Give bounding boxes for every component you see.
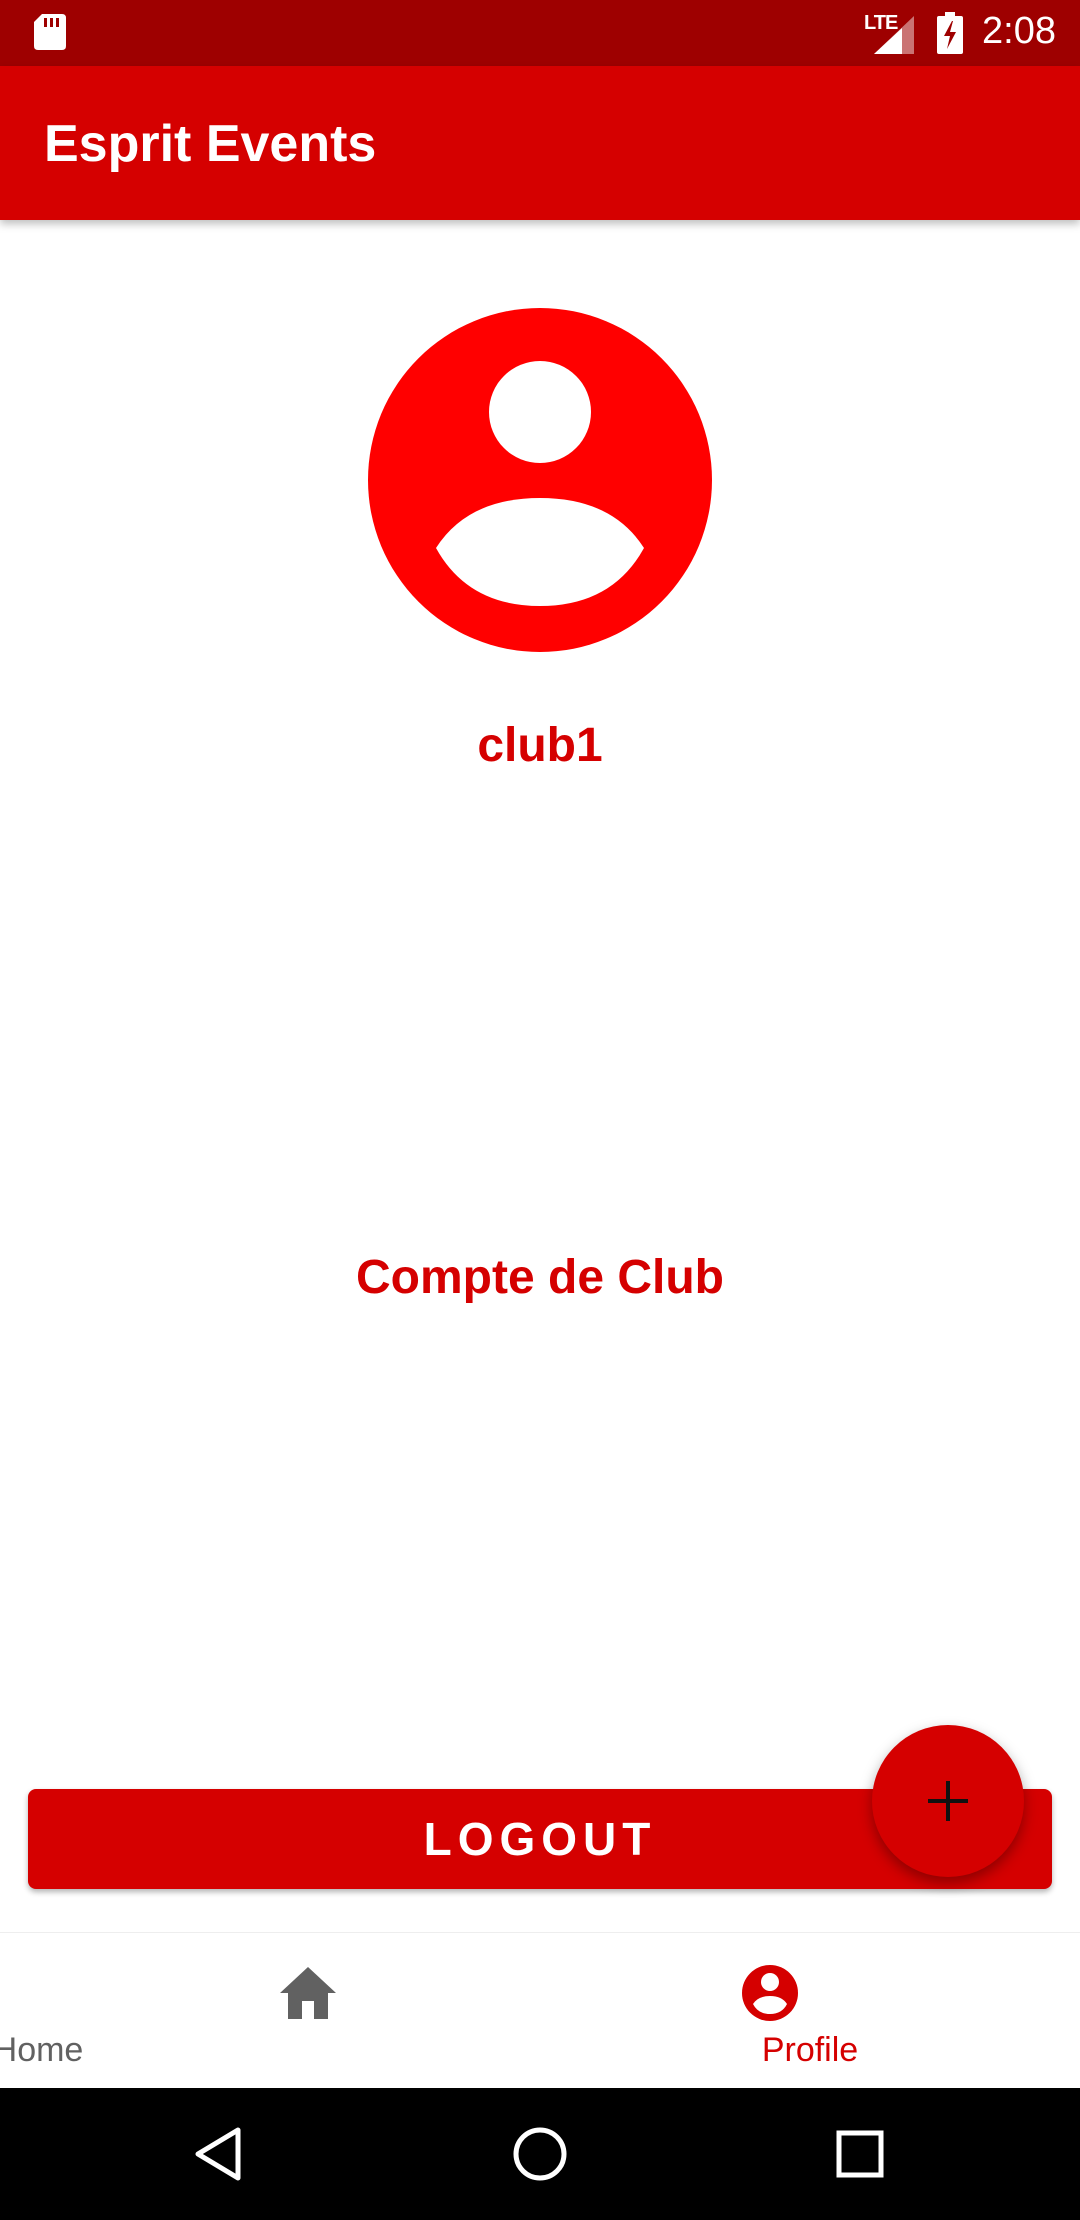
sd-card-icon bbox=[34, 14, 66, 50]
recents-icon[interactable] bbox=[830, 2124, 890, 2184]
profile-screen: LTE 2:08 Esprit Events club1 Compte de C… bbox=[0, 0, 1080, 2220]
add-fab-button[interactable] bbox=[872, 1725, 1024, 1877]
app-bar: Esprit Events bbox=[0, 66, 1080, 220]
clock: 2:08 bbox=[982, 10, 1056, 52]
status-bar: LTE 2:08 bbox=[0, 0, 1080, 66]
battery-charging-icon bbox=[937, 12, 963, 54]
back-icon[interactable] bbox=[190, 2124, 250, 2184]
username: club1 bbox=[477, 719, 603, 772]
account-type-label: Compte de Club bbox=[356, 1251, 724, 1304]
account-circle-icon bbox=[742, 1965, 798, 2021]
bottom-navigation: Home Profile bbox=[0, 1932, 1080, 2088]
nav-label-profile: Profile bbox=[761, 2031, 859, 2069]
plus-icon bbox=[928, 1781, 968, 1821]
nav-item-profile[interactable]: Profile bbox=[540, 1933, 1080, 2089]
system-navigation-bar bbox=[0, 2088, 1080, 2220]
home-circle-icon[interactable] bbox=[510, 2124, 570, 2184]
account-circle-icon bbox=[368, 308, 712, 652]
app-title: Esprit Events bbox=[44, 115, 377, 173]
signal-icon bbox=[874, 16, 914, 54]
home-icon bbox=[280, 1967, 336, 2019]
